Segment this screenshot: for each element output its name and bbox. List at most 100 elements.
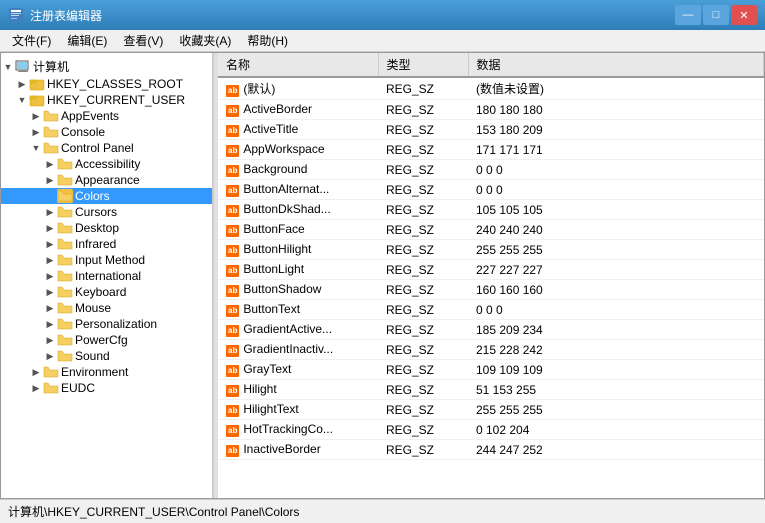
tree-label-inputmethod: Input Method [75, 253, 145, 267]
table-row[interactable]: abButtonDkShad...REG_SZ105 105 105 [218, 200, 764, 220]
menu-favorites[interactable]: 收藏夹(A) [171, 30, 239, 51]
table-row[interactable]: abGradientInactiv...REG_SZ215 228 242 [218, 340, 764, 360]
tree-label-cursors: Cursors [75, 205, 117, 219]
col-type-header[interactable]: 类型 [378, 53, 468, 77]
tree-expander[interactable]: ▼ [15, 93, 29, 107]
table-row[interactable]: abGrayTextREG_SZ109 109 109 [218, 360, 764, 380]
col-name-header[interactable]: 名称 [218, 53, 378, 77]
tree-node-console[interactable]: ▶Console [1, 124, 212, 140]
cell-type: REG_SZ [378, 420, 468, 440]
close-button[interactable]: ✕ [731, 5, 757, 25]
cell-name: abActiveTitle [218, 120, 378, 140]
tree-node-mouse[interactable]: ▶Mouse [1, 300, 212, 316]
tree-node-appearance[interactable]: ▶Appearance [1, 172, 212, 188]
tree-node-infrared[interactable]: ▶Infrared [1, 236, 212, 252]
table-row[interactable]: abButtonTextREG_SZ0 0 0 [218, 300, 764, 320]
cell-data: 0 102 204 [468, 420, 764, 440]
folder-icon [57, 173, 73, 187]
minimize-button[interactable]: — [675, 5, 701, 25]
tree-expander[interactable]: ▶ [29, 109, 43, 123]
cell-name: abGradientActive... [218, 320, 378, 340]
table-row[interactable]: abButtonLightREG_SZ227 227 227 [218, 260, 764, 280]
tree-expander[interactable]: ▶ [29, 125, 43, 139]
table-row[interactable]: abButtonAlternat...REG_SZ0 0 0 [218, 180, 764, 200]
tree-expander[interactable]: ▶ [43, 317, 57, 331]
cell-data: (数值未设置) [468, 77, 764, 100]
tree-node-powercfg[interactable]: ▶PowerCfg [1, 332, 212, 348]
menu-edit[interactable]: 编辑(E) [59, 30, 115, 51]
tree-expander[interactable]: ▶ [29, 381, 43, 395]
tree-node-sound[interactable]: ▶Sound [1, 348, 212, 364]
folder-icon [57, 269, 73, 283]
tree-expander[interactable]: ▶ [43, 157, 57, 171]
tree-node-hkcr[interactable]: ▶ HKEY_CLASSES_ROOT [1, 76, 212, 92]
table-row[interactable]: abGradientActive...REG_SZ185 209 234 [218, 320, 764, 340]
cell-data: 171 171 171 [468, 140, 764, 160]
table-row[interactable]: abButtonHilightREG_SZ255 255 255 [218, 240, 764, 260]
tree-expander[interactable]: ▶ [43, 333, 57, 347]
tree-node-colors[interactable]: Colors [1, 188, 212, 204]
tree-node-controlpanel[interactable]: ▼Control Panel [1, 140, 212, 156]
tree-expander[interactable]: ▶ [43, 349, 57, 363]
registry-table: 名称 类型 数据 ab(默认)REG_SZ(数值未设置)abActiveBord… [218, 53, 764, 460]
registry-values-pane: 名称 类型 数据 ab(默认)REG_SZ(数值未设置)abActiveBord… [218, 53, 764, 498]
menu-view[interactable]: 查看(V) [115, 30, 171, 51]
tree-node-hkcu[interactable]: ▼HKEY_CURRENT_USER [1, 92, 212, 108]
table-row[interactable]: abInactiveBorderREG_SZ244 247 252 [218, 440, 764, 460]
tree-expander[interactable]: ▶ [29, 365, 43, 379]
table-row[interactable]: ab(默认)REG_SZ(数值未设置) [218, 77, 764, 100]
tree-expander[interactable]: ▶ [43, 237, 57, 251]
tree-node-computer[interactable]: ▼ 计算机 [1, 57, 212, 76]
tree-node-accessibility[interactable]: ▶Accessibility [1, 156, 212, 172]
table-row[interactable]: abButtonShadowREG_SZ160 160 160 [218, 280, 764, 300]
cell-data: 105 105 105 [468, 200, 764, 220]
folder-icon [43, 141, 59, 155]
tree-expander[interactable]: ▶ [43, 269, 57, 283]
table-row[interactable]: abActiveBorderREG_SZ180 180 180 [218, 100, 764, 120]
tree-node-international[interactable]: ▶International [1, 268, 212, 284]
tree-expander[interactable]: ▼ [29, 141, 43, 155]
folder-icon [43, 365, 59, 379]
tree-node-inputmethod[interactable]: ▶ Input Method [1, 252, 212, 268]
menu-file[interactable]: 文件(F) [4, 30, 59, 51]
tree-expander[interactable]: ▶ [43, 205, 57, 219]
tree-expander[interactable] [43, 189, 57, 203]
table-row[interactable]: abBackgroundREG_SZ0 0 0 [218, 160, 764, 180]
tree-node-keyboard[interactable]: ▶ Keyboard [1, 284, 212, 300]
tree-label-keyboard: Keyboard [75, 285, 126, 299]
table-row[interactable]: abHilightTextREG_SZ255 255 255 [218, 400, 764, 420]
tree-expander[interactable]: ▼ [1, 60, 15, 74]
menu-help[interactable]: 帮助(H) [239, 30, 296, 51]
tree-expander[interactable]: ▶ [43, 285, 57, 299]
table-row[interactable]: abButtonFaceREG_SZ240 240 240 [218, 220, 764, 240]
tree-expander[interactable]: ▶ [15, 77, 29, 91]
table-row[interactable]: abHotTrackingCo...REG_SZ0 102 204 [218, 420, 764, 440]
folder-icon [15, 60, 31, 74]
cell-data: 255 255 255 [468, 400, 764, 420]
folder-icon [57, 301, 73, 315]
folder-icon [57, 349, 73, 363]
folder-icon [43, 109, 59, 123]
table-row[interactable]: abAppWorkspaceREG_SZ171 171 171 [218, 140, 764, 160]
col-data-header[interactable]: 数据 [468, 53, 764, 77]
tree-node-eudc[interactable]: ▶EUDC [1, 380, 212, 396]
tree-node-cursors[interactable]: ▶ Cursors [1, 204, 212, 220]
tree-expander[interactable]: ▶ [43, 301, 57, 315]
tree-expander[interactable]: ▶ [43, 221, 57, 235]
tree-label-computer: 计算机 [33, 58, 69, 75]
tree-node-environment[interactable]: ▶ Environment [1, 364, 212, 380]
table-row[interactable]: abActiveTitleREG_SZ153 180 209 [218, 120, 764, 140]
cell-data: 160 160 160 [468, 280, 764, 300]
tree-label-environment: Environment [61, 365, 128, 379]
tree-expander[interactable]: ▶ [43, 253, 57, 267]
maximize-button[interactable]: □ [703, 5, 729, 25]
tree-label-hkcr: HKEY_CLASSES_ROOT [47, 77, 183, 91]
cell-name: abGradientInactiv... [218, 340, 378, 360]
table-row[interactable]: abHilightREG_SZ51 153 255 [218, 380, 764, 400]
tree-node-personalization[interactable]: ▶Personalization [1, 316, 212, 332]
tree-node-appevents[interactable]: ▶AppEvents [1, 108, 212, 124]
tree-expander[interactable]: ▶ [43, 173, 57, 187]
cell-type: REG_SZ [378, 400, 468, 420]
tree-node-desktop[interactable]: ▶Desktop [1, 220, 212, 236]
cell-data: 240 240 240 [468, 220, 764, 240]
